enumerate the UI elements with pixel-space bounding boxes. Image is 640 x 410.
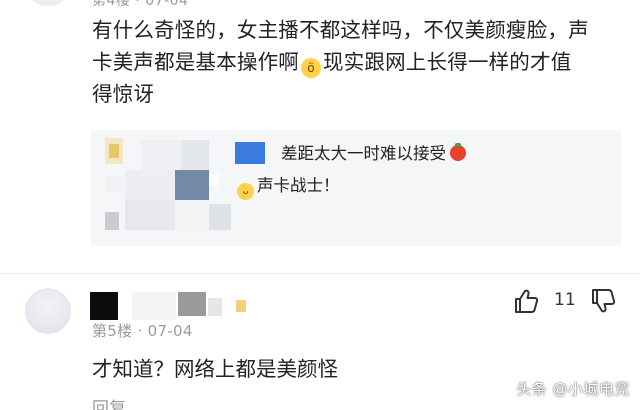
avatar[interactable] [26, 0, 70, 6]
floor-meta: 第5楼 · 07-04 [92, 322, 193, 340]
tomato-icon [450, 143, 466, 161]
comment-4-header: 第4楼 · 07-04 [0, 0, 640, 9]
comment-4-text: 有什么奇怪的，女主播不都这样吗，不仅美颜瘦脸，声 卡美声都是基本操作啊 ö 现实跟网… [92, 14, 612, 110]
watermark: 头条 @小城电竞 [516, 380, 630, 398]
pixelated-username-mosaic [91, 130, 241, 246]
comment-text-segment: 卡美声都是基本操作啊 [92, 50, 299, 74]
reply-1: 差距太大一时难以接受 [281, 142, 466, 166]
comment-text-line: 有什么奇怪的，女主播不都这样吗，不仅美颜瘦脸，声 [92, 18, 589, 42]
thumbs-up-icon [515, 289, 539, 313]
reply-button[interactable]: 回复 [92, 394, 126, 410]
reply-text: 声卡战士！ [257, 176, 340, 195]
floor-meta: 第4楼 · 07-04 [92, 0, 189, 9]
thumbs-down-icon [592, 289, 616, 313]
like-count: 11 [554, 290, 576, 310]
comment-text-line: 得惊讶 [92, 82, 155, 106]
reply-text: 差距太大一时难以接受 [281, 144, 446, 163]
pixelated-username-mosaic[interactable] [90, 290, 260, 320]
reply-2: ᴗ 声卡战士！ [237, 174, 340, 200]
dislike-button[interactable] [589, 287, 617, 315]
comment-5-text: 才知道？网络上都是美颜怪 [92, 357, 338, 381]
replier-avatar[interactable] [235, 142, 265, 164]
reply-box[interactable]: 差距太大一时难以接受 ᴗ 声卡战士！ [91, 130, 621, 246]
divider [0, 273, 640, 274]
surprised-face-icon: ö [301, 58, 321, 78]
comment-thread: 第4楼 · 07-04 有什么奇怪的，女主播不都这样吗，不仅美颜瘦脸，声 卡美声… [0, 0, 640, 410]
avatar[interactable] [25, 288, 71, 334]
smile-icon: ᴗ [237, 183, 254, 200]
comment-text-segment: 现实跟网上长得一样的才值 [323, 50, 572, 74]
comment-text-line: 卡美声都是基本操作啊 ö 现实跟网上长得一样的才值 [92, 46, 612, 78]
like-button[interactable] [512, 287, 540, 315]
